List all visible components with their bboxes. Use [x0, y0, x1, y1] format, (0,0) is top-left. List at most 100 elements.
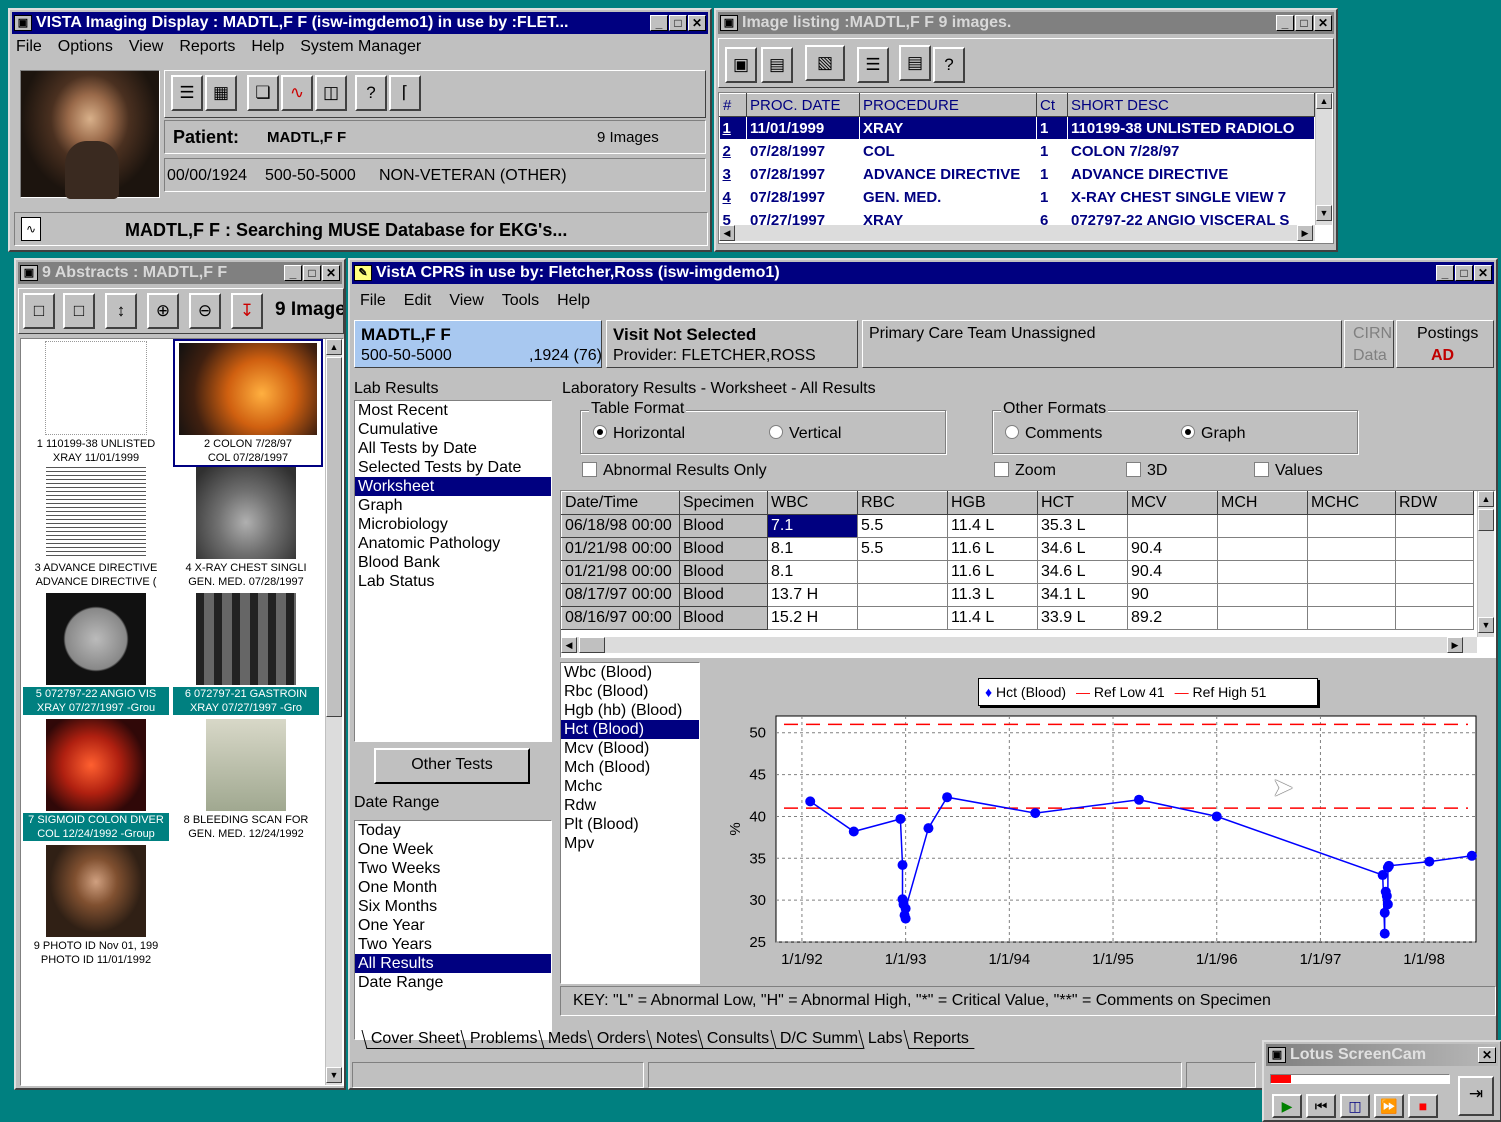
thumbs-vscroll[interactable]: ▲ ▼ [325, 339, 342, 1085]
lab-grid-row[interactable]: 01/21/98 00:00 Blood 8.1 11.6 L 34.6 L 90.4 [561, 560, 1474, 584]
visit-select-button[interactable]: Visit Not Selected Provider: FLETCHER,RO… [606, 320, 858, 368]
patient-select-button[interactable]: MADTL,F F 500-50-5000 ,1924 (76) [354, 320, 602, 368]
scroll-thumb[interactable] [1478, 509, 1494, 531]
thumbnail-item[interactable]: 1 110199-38 UNLISTED XRAY 11/01/1999 [23, 339, 169, 465]
scroll-right-icon[interactable]: ▶ [1297, 225, 1313, 241]
thumbnail-item[interactable]: 2 COLON 7/28/97 COL 07/28/1997 [173, 339, 323, 467]
lab-grid-cell[interactable]: 08/17/97 00:00 [561, 583, 680, 607]
close-button[interactable]: ✕ [1314, 15, 1332, 31]
page-icon[interactable]: □ [23, 293, 55, 329]
tab-notes[interactable]: Notes [646, 1030, 703, 1049]
minimize-button[interactable]: _ [650, 15, 668, 31]
comments-radio[interactable]: Comments [1005, 425, 1102, 443]
values-checkbox[interactable]: Values [1254, 462, 1323, 480]
listing-title-bar[interactable]: ▣ Image listing :MADTL,F F 9 images. _ □… [718, 12, 1334, 34]
lab-grid-cell[interactable] [1307, 560, 1396, 584]
tab-orders[interactable]: Orders [587, 1030, 652, 1049]
scroll-down-icon[interactable]: ▼ [1316, 205, 1332, 221]
col-proc-date[interactable]: PROC. DATE [746, 93, 860, 117]
lab-grid-cell[interactable] [1307, 537, 1396, 561]
camera-tool-icon[interactable]: ▣ [725, 47, 757, 83]
date-range-item[interactable]: All Results [355, 954, 551, 973]
lab-grid-cell[interactable] [1395, 537, 1474, 561]
scroll-up-icon[interactable]: ▲ [1478, 491, 1494, 507]
menu-reports[interactable]: Reports [179, 38, 235, 56]
lab-grid-column-header[interactable]: Specimen [679, 491, 768, 515]
lab-grid-cell[interactable]: 35.3 L [1037, 514, 1128, 538]
lab-grid-cell[interactable]: 15.2 H [767, 606, 858, 630]
minimize-button[interactable]: _ [284, 265, 302, 281]
help-icon[interactable]: ? [355, 75, 387, 111]
scroll-thumb[interactable] [579, 637, 605, 653]
lab-grid-cell[interactable]: 33.9 L [1037, 606, 1128, 630]
abstracts-title-bar[interactable]: ▣ 9 Abstracts : MADTL,F F _ □ ✕ [18, 262, 342, 284]
lab-grid-cell[interactable] [1217, 560, 1308, 584]
lab-type-item[interactable]: Microbiology [355, 515, 551, 534]
lab-type-item[interactable]: Most Recent [355, 401, 551, 420]
col-count[interactable]: Ct [1036, 93, 1068, 117]
abnormal-only-checkbox[interactable]: Abnormal Results Only [582, 462, 767, 480]
lab-type-item[interactable]: All Tests by Date [355, 439, 551, 458]
lab-grid-cell[interactable]: 11.6 L [947, 537, 1038, 561]
thumbnail-item[interactable]: 7 SIGMOID COLON DIVER COL 12/24/1992 -Gro… [23, 717, 169, 841]
cirn-button[interactable]: CIRN Data [1344, 320, 1394, 368]
close-button[interactable]: ✕ [688, 15, 706, 31]
minimize-button[interactable]: _ [1276, 15, 1294, 31]
lab-grid-row[interactable]: 01/21/98 00:00 Blood 8.1 5.5 11.6 L 34.6 L 90.… [561, 537, 1474, 561]
test-item[interactable]: Wbc (Blood) [561, 663, 699, 682]
lab-type-item[interactable]: Anatomic Pathology [355, 534, 551, 553]
lab-grid-cell[interactable] [1307, 606, 1396, 630]
test-item[interactable]: Mpv [561, 834, 699, 853]
lab-grid-cell[interactable]: Blood [679, 583, 768, 607]
lab-grid-cell[interactable]: 13.7 H [767, 583, 858, 607]
date-range-item[interactable]: Today [355, 821, 551, 840]
lab-grid-cell[interactable]: 8.1 [767, 560, 858, 584]
thumbnail-item[interactable]: 8 BLEEDING SCAN FOR GEN. MED. 12/24/1992 [173, 717, 319, 841]
scroll-left-icon[interactable]: ◀ [561, 637, 577, 653]
image-list-row[interactable]: 2 07/28/1997 COL 1 COLON 7/28/97 [719, 139, 1315, 163]
lab-grid-column-header[interactable]: RBC [857, 491, 948, 515]
col-short-desc[interactable]: SHORT DESC [1067, 93, 1315, 117]
scroll-thumb[interactable] [326, 357, 342, 717]
tab-meds[interactable]: Meds [537, 1030, 593, 1049]
image-list-row[interactable]: 3 07/28/1997 ADVANCE DIRECTIVE 1 ADVANCE DIR… [719, 162, 1315, 186]
rewind-icon[interactable]: ⏮ [1306, 1094, 1336, 1118]
lab-grid-column-header[interactable]: MCHC [1307, 491, 1396, 515]
menu-edit[interactable]: Edit [404, 292, 432, 310]
thumbnail-item[interactable]: 3 ADVANCE DIRECTIVE ADVANCE DIRECTIVE ( [23, 465, 169, 589]
lab-grid-cell[interactable]: 11.3 L [947, 583, 1038, 607]
zoom-out-icon[interactable]: ⊖ [189, 293, 221, 329]
test-item[interactable]: Mch (Blood) [561, 758, 699, 777]
lab-grid-cell[interactable] [1217, 606, 1308, 630]
menu-file[interactable]: File [16, 38, 42, 56]
close-button[interactable]: ✕ [322, 265, 340, 281]
tab-reports[interactable]: Reports [902, 1030, 975, 1049]
play-icon[interactable]: ▶ [1272, 1094, 1302, 1118]
maximize-button[interactable]: □ [1455, 265, 1473, 281]
lab-grid-cell[interactable] [1307, 514, 1396, 538]
tab-problems[interactable]: Problems [460, 1030, 544, 1049]
lab-grid-column-header[interactable]: WBC [767, 491, 858, 515]
grid-icon[interactable]: ▦ [205, 75, 237, 111]
lab-grid-cell[interactable] [1395, 514, 1474, 538]
maximize-button[interactable]: □ [1295, 15, 1313, 31]
graph-radio[interactable]: Graph [1181, 425, 1245, 443]
test-item[interactable]: Plt (Blood) [561, 815, 699, 834]
maximize-button[interactable]: □ [669, 15, 687, 31]
listing-vscroll[interactable]: ▲ ▼ [1315, 93, 1332, 225]
col-procedure[interactable]: PROCEDURE [859, 93, 1037, 117]
lab-type-item[interactable]: Lab Status [355, 572, 551, 591]
spinner-icon[interactable]: ↕ [105, 293, 137, 329]
lab-type-item[interactable]: Worksheet [355, 477, 551, 496]
thumbnail-item[interactable]: 4 X-RAY CHEST SINGLI GEN. MED. 07/28/1997 [173, 465, 319, 589]
tab-consults[interactable]: Consults [697, 1030, 776, 1049]
screencam-progress[interactable] [1270, 1074, 1450, 1084]
lab-grid-column-header[interactable]: HGB [947, 491, 1038, 515]
screencam-title-bar[interactable]: ▣ Lotus ScreenCam ✕ [1266, 1044, 1498, 1066]
close-button[interactable]: ✕ [1478, 1047, 1496, 1063]
lab-grid-cell[interactable] [1395, 583, 1474, 607]
menu-options[interactable]: Options [58, 38, 113, 56]
lab-grid-cell[interactable]: 01/21/98 00:00 [561, 560, 680, 584]
date-range-item[interactable]: One Month [355, 878, 551, 897]
lab-grid-cell[interactable]: 89.2 [1127, 606, 1218, 630]
